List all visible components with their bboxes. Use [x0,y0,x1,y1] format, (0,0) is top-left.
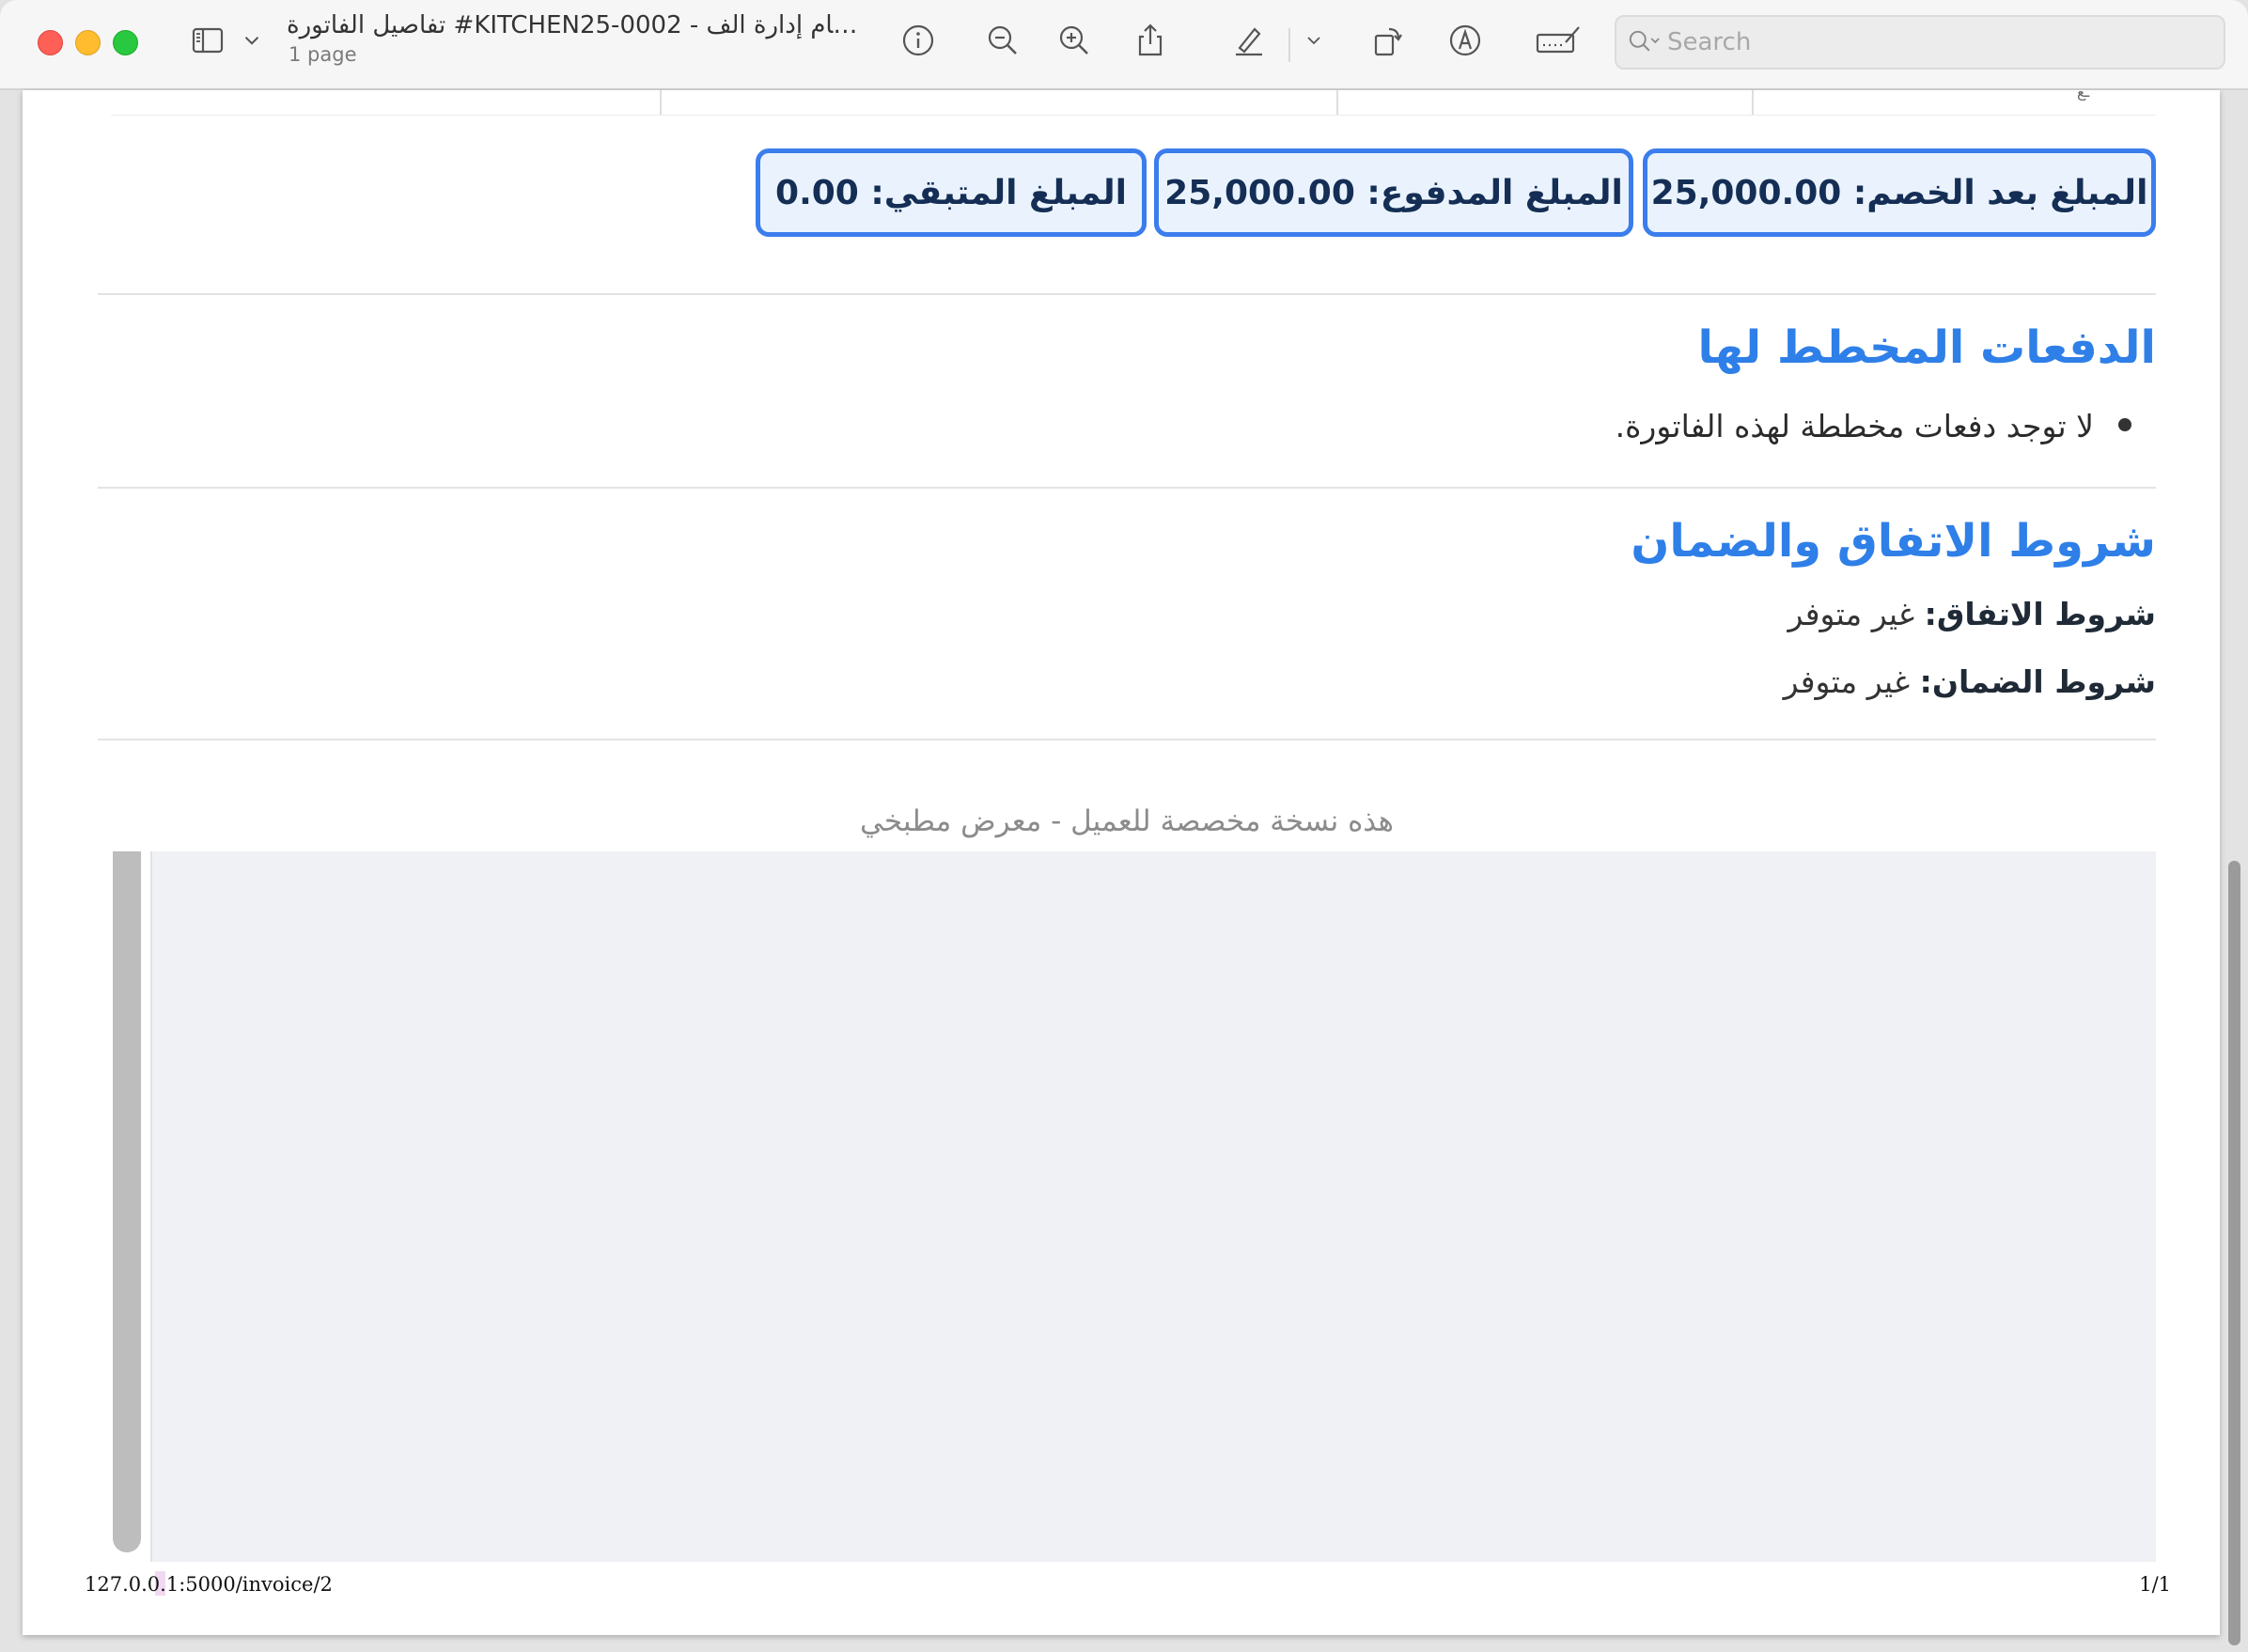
window-title: تفاصيل الفاتورة #KITCHEN25-0002 - نظام إ… [287,11,860,39]
table-cell-divider [660,90,662,115]
agreement-terms-line: شروط الاتفاق: غير متوفر [1788,596,2156,632]
highlight-menu-button[interactable] [1293,19,1335,62]
pen-icon [1236,27,1262,56]
markup-button[interactable] [1444,19,1487,62]
rotate-button[interactable] [1366,19,1409,62]
sidebar-menu-button[interactable] [231,19,273,62]
sidebar-icon [192,27,224,54]
warranty-terms-label: شروط الضمان: [1919,663,2156,700]
minimize-window-button[interactable] [75,30,101,55]
section-divider [98,739,2156,740]
search-field[interactable] [1615,15,2225,70]
customer-copy-note: هذه نسخة مخصصة للعميل - معرض مطبخي [860,804,1394,838]
section-divider [98,487,2156,489]
table-row-fragment: ـع [111,83,2156,116]
share-icon [1138,23,1163,56]
print-footer-page-counter: 1/1 [2139,1573,2171,1596]
rotate-icon [1374,27,1402,56]
embedded-scrollbar[interactable] [113,851,141,1552]
sidebar-toggle-button[interactable] [186,19,229,62]
chevron-down-icon [1307,37,1320,45]
table-cell-divider [1336,90,1338,115]
signature-icon [1536,26,1580,54]
info-icon [902,24,934,56]
embedded-frame-divider [150,851,152,1562]
info-button[interactable] [897,19,940,62]
warranty-terms-line: شروط الضمان: غير متوفر [1784,663,2156,700]
amount-paid-box: المبلغ المدفوع: 25,000.00 [1154,148,1633,237]
pdf-page: ـع المبلغ بعد الخصم: 25,000.00 المبلغ ال… [23,83,2220,1635]
section-divider [98,293,2156,295]
document-scrollbar-thumb[interactable] [2228,861,2240,1645]
zoom-in-icon [1059,25,1088,55]
zoom-out-icon [988,25,1017,55]
highlight-button[interactable] [1227,19,1271,62]
markup-icon [1449,24,1481,56]
zoom-out-button[interactable] [981,19,1024,62]
toolbar-separator [1288,28,1290,62]
amount-after-discount-box: المبلغ بعد الخصم: 25,000.00 [1643,148,2156,237]
table-cell-divider [1752,90,1754,115]
planned-payments-empty-message: لا توجد دفعات مخططة لهذه الفاتورة. [1615,408,2094,444]
search-icon [1629,30,1660,52]
clipped-text-fragment: ـع [2077,83,2090,101]
document-viewport[interactable]: ـع المبلغ بعد الخصم: 25,000.00 المبلغ ال… [0,83,2248,1652]
zoom-in-button[interactable] [1053,19,1096,62]
amount-remaining-box: المبلغ المتبقي: 0.00 [756,148,1147,237]
zoom-window-button[interactable] [113,30,138,55]
terms-heading: شروط الاتفاق والضمان [1631,515,2156,568]
close-window-button[interactable] [38,30,63,55]
signature-button[interactable] [1532,19,1585,62]
share-button[interactable] [1129,19,1172,62]
planned-payments-heading: الدفعات المخطط لها [1697,321,2156,374]
window-subtitle: 1 page [289,43,357,66]
embedded-frame-area [98,851,2156,1562]
print-footer-url: 127.0.0.1:5000/invoice/2 [85,1573,333,1596]
bullet-marker [2118,418,2131,431]
agreement-terms-value: غير متوفر [1787,596,1915,632]
window-titlebar: تفاصيل الفاتورة #KITCHEN25-0002 - نظام إ… [0,0,2248,90]
chevron-down-icon [244,37,259,45]
agreement-terms-label: شروط الاتفاق: [1924,596,2156,632]
warranty-terms-value: غير متوفر [1783,663,1911,700]
search-input[interactable] [1665,23,2214,62]
